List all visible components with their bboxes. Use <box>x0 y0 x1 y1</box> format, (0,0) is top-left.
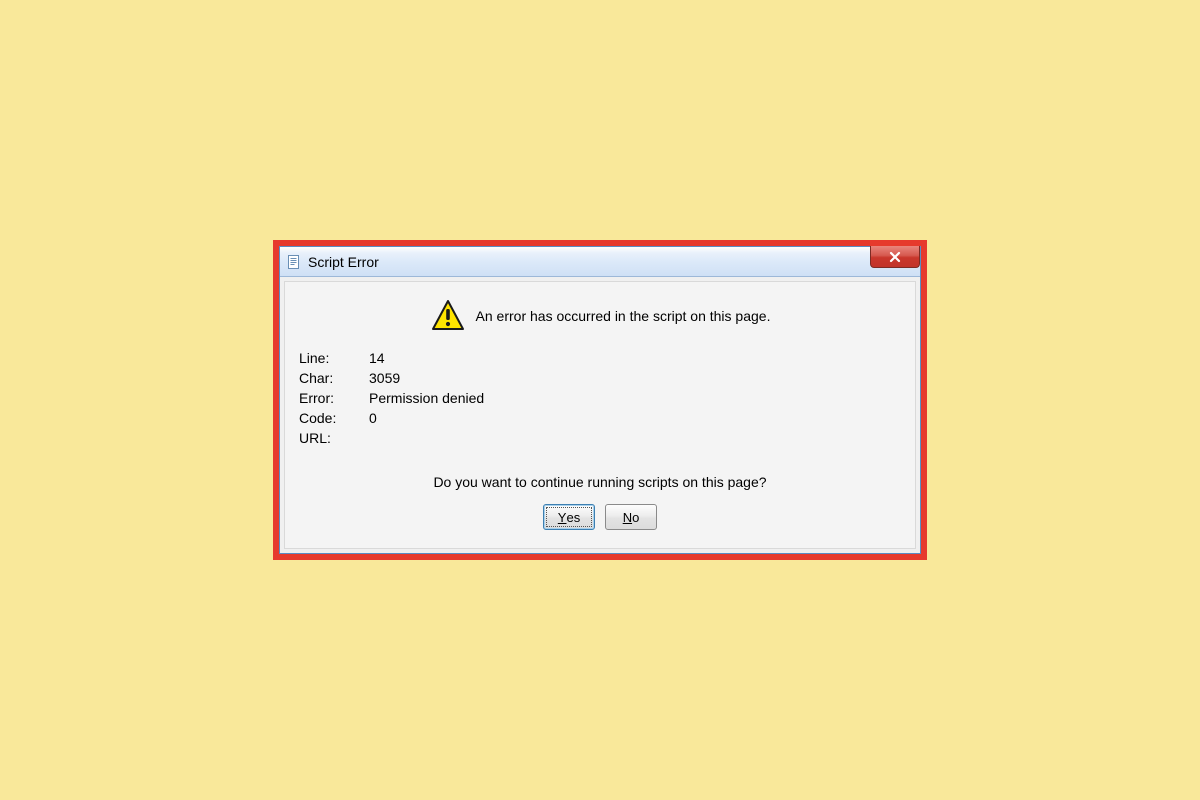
error-message: An error has occurred in the script on t… <box>476 308 771 324</box>
close-icon <box>888 251 902 263</box>
url-label: URL: <box>299 430 369 446</box>
error-label: Error: <box>299 390 369 406</box>
line-label: Line: <box>299 350 369 366</box>
detail-url: URL: <box>299 430 903 446</box>
script-error-dialog: Script Error An error has o <box>279 246 921 554</box>
error-value: Permission denied <box>369 390 484 406</box>
detail-char: Char: 3059 <box>299 370 903 386</box>
continue-prompt: Do you want to continue running scripts … <box>297 474 903 490</box>
warning-icon <box>430 298 466 334</box>
detail-error: Error: Permission denied <box>299 390 903 406</box>
document-icon <box>286 254 302 270</box>
detail-line: Line: 14 <box>299 350 903 366</box>
dialog-title: Script Error <box>308 254 379 270</box>
code-value: 0 <box>369 410 377 426</box>
titlebar[interactable]: Script Error <box>280 247 920 277</box>
dialog-content: An error has occurred in the script on t… <box>284 281 916 549</box>
code-label: Code: <box>299 410 369 426</box>
yes-button[interactable]: Yes <box>543 504 595 530</box>
close-button[interactable] <box>870 246 920 268</box>
button-row: Yes No <box>297 504 903 530</box>
char-label: Char: <box>299 370 369 386</box>
char-value: 3059 <box>369 370 400 386</box>
message-row: An error has occurred in the script on t… <box>297 298 903 334</box>
detail-code: Code: 0 <box>299 410 903 426</box>
error-details: Line: 14 Char: 3059 Error: Permission de… <box>299 350 903 446</box>
line-value: 14 <box>369 350 385 366</box>
no-button[interactable]: No <box>605 504 657 530</box>
highlight-frame: Script Error An error has o <box>273 240 927 560</box>
